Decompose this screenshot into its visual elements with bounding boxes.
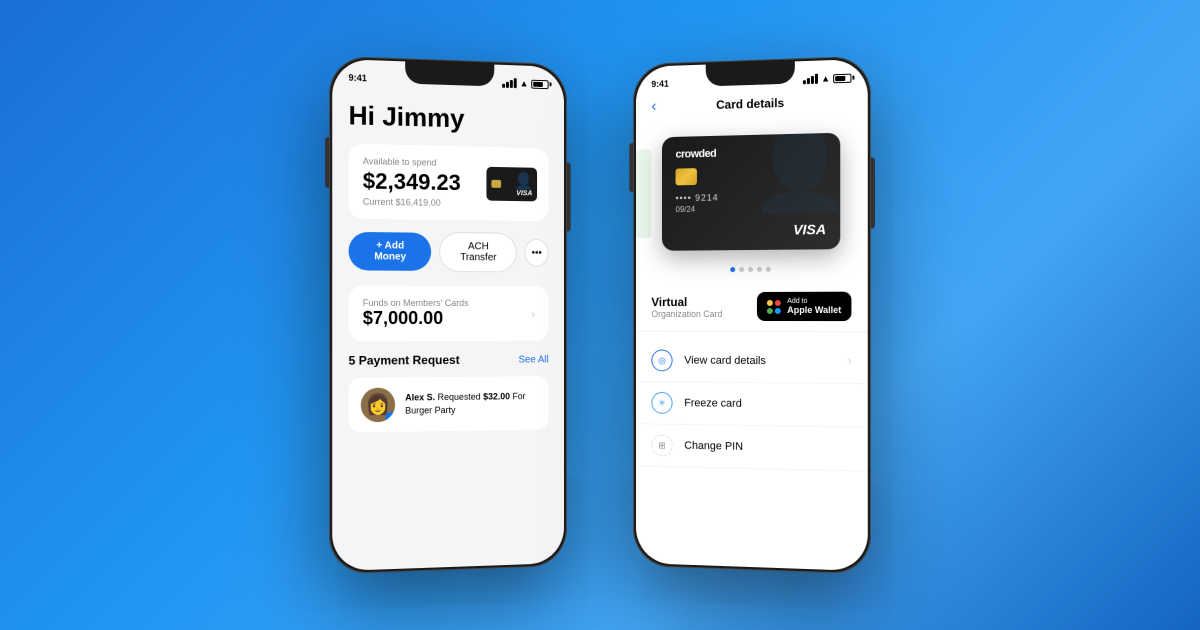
payment-header: 5 Payment Request See All	[349, 352, 549, 367]
battery-fill-1	[533, 81, 542, 86]
menu-item-view-card[interactable]: ◎ View card details ›	[636, 340, 868, 385]
grid-icon: ⊞	[651, 434, 672, 456]
menu-item-freeze[interactable]: ✳ Freeze card	[636, 382, 868, 428]
wallet-dot-green	[767, 307, 773, 313]
more-button[interactable]: •••	[525, 239, 549, 267]
menu-item-pin[interactable]: ⊞ Change PIN	[636, 424, 868, 471]
avatar: 👩 ↓	[361, 388, 395, 423]
dot-3[interactable]	[748, 267, 753, 272]
card-peek	[636, 149, 651, 238]
phone-1-screen: 9:41 ▲ Hi Jimmy Available to spend $2,34…	[332, 59, 564, 571]
dot-1[interactable]	[730, 267, 735, 272]
funds-section[interactable]: Funds on Members' Cards $7,000.00 ›	[349, 286, 549, 342]
dot-5[interactable]	[765, 267, 770, 272]
funds-amount: $7,000.00	[363, 308, 469, 329]
card-org: Organization Card	[651, 309, 722, 319]
balance-section: Available to spend $2,349.23 Current $16…	[349, 144, 549, 222]
funds-chevron: ›	[531, 307, 535, 321]
battery-1	[531, 79, 548, 88]
card-chip	[676, 168, 697, 185]
wallet-dot-red	[775, 299, 781, 305]
apple-wallet-icon	[767, 299, 781, 313]
add-wallet-text: Add to Apple Wallet	[787, 298, 841, 315]
payment-action: Requested	[438, 392, 483, 403]
card-bg-icon: 👤	[750, 132, 840, 209]
action-buttons: + Add Money ACH Transfer •••	[349, 231, 549, 273]
battery-fill-2	[835, 75, 845, 80]
battery-2	[833, 73, 851, 83]
status-icons-2: ▲	[803, 73, 851, 85]
notch-2	[706, 61, 795, 86]
card-thumbnail: 👤 VISA	[486, 167, 537, 202]
card-carousel: 👤 crowded •••• 9214 09/24 VISA	[636, 114, 868, 268]
freeze-card-label: Freeze card	[684, 397, 851, 411]
notch-1	[405, 61, 494, 86]
view-card-chevron: ›	[848, 356, 852, 368]
phone-1: 9:41 ▲ Hi Jimmy Available to spend $2,34…	[329, 56, 567, 575]
card-slide: 👤 crowded •••• 9214 09/24 VISA	[662, 132, 840, 250]
phone-2: 9:41 ▲ ‹ Card details 👤 crowded	[633, 56, 871, 575]
greeting: Hi Jimmy	[349, 100, 549, 137]
funds-label: Funds on Members' Cards	[363, 298, 469, 308]
payment-text: Alex S. Requested $32.00 For Burger Part…	[405, 391, 525, 418]
card-network: VISA	[793, 221, 826, 238]
wallet-dot-blue	[775, 307, 781, 313]
wallet-dot-yellow	[767, 299, 773, 305]
add-wallet-big-text: Apple Wallet	[787, 305, 841, 315]
payment-for: For	[512, 392, 525, 402]
card-chip-thumb	[491, 180, 501, 188]
current-amount: $16,419.00	[396, 197, 441, 208]
dot-4[interactable]	[756, 267, 761, 272]
card-person-icon: 👤	[514, 171, 533, 191]
payer-name: Alex S.	[405, 393, 435, 403]
view-card-label: View card details	[684, 355, 835, 368]
card-info-text: Virtual Organization Card	[651, 295, 722, 319]
signal-bars-2	[803, 74, 818, 85]
card-type: Virtual	[651, 295, 722, 309]
current-label: Current	[363, 197, 393, 208]
ach-transfer-button[interactable]: ACH Transfer	[439, 232, 517, 273]
add-money-button[interactable]: + Add Money	[349, 232, 432, 271]
screen1-content: Hi Jimmy Available to spend $2,349.23 Cu…	[332, 87, 564, 571]
funds-content: Funds on Members' Cards $7,000.00	[363, 298, 469, 329]
dot-2[interactable]	[739, 267, 744, 272]
payment-item: 👩 ↓ Alex S. Requested $32.00 For Burger …	[349, 376, 549, 433]
change-pin-label: Change PIN	[684, 440, 851, 455]
time-2: 9:41	[651, 79, 668, 89]
payment-amount: $32.00	[483, 392, 510, 402]
wifi-icon-1: ▲	[520, 78, 529, 88]
add-wallet-small-text: Add to	[787, 298, 841, 305]
back-button[interactable]: ‹	[651, 98, 656, 116]
payment-description: Burger Party	[405, 405, 455, 416]
time-1: 9:41	[349, 73, 367, 84]
avatar-badge: ↓	[385, 412, 395, 423]
signal-bars-1	[502, 78, 517, 88]
phone-2-screen: 9:41 ▲ ‹ Card details 👤 crowded	[636, 59, 868, 571]
card-info-section: Virtual Organization Card Add to Apple W…	[636, 281, 868, 332]
eye-icon: ◎	[651, 350, 672, 372]
wifi-icon-2: ▲	[821, 73, 830, 83]
nav-title: Card details	[716, 96, 784, 112]
see-all-button[interactable]: See All	[519, 354, 549, 365]
add-to-apple-wallet-button[interactable]: Add to Apple Wallet	[757, 292, 851, 321]
status-icons-1: ▲	[502, 78, 548, 89]
snowflake-icon: ✳	[651, 392, 672, 414]
payment-title: 5 Payment Request	[349, 353, 460, 368]
